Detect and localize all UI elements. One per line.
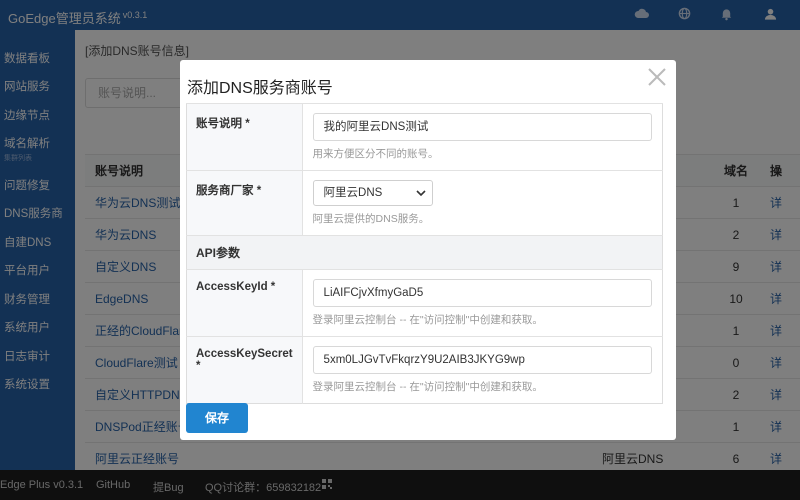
keyid-label: AccessKeyId * bbox=[186, 269, 303, 337]
form-row-secret: AccessKeySecret * 5xm0LJGvTvFkqrzY9U2AIB… bbox=[186, 336, 663, 404]
keyid-hint: 登录阿里云控制台 -- 在"访问控制"中创建和获取。 bbox=[312, 314, 543, 326]
vendor-label: 服务商厂家 * bbox=[186, 170, 303, 236]
form-row-vendor: 服务商厂家 * 阿里云DNS 阿里云提供的DNS服务。 bbox=[186, 170, 663, 236]
vendor-select[interactable]: 阿里云DNS bbox=[312, 180, 433, 206]
api-section-title: API参数 bbox=[186, 235, 663, 270]
secret-label: AccessKeySecret * bbox=[186, 336, 303, 404]
desc-hint: 用来方便区分不同的账号。 bbox=[312, 148, 439, 160]
form-row-desc: 账号说明 * 我的阿里云DNS测试 用来方便区分不同的账号。 bbox=[186, 103, 663, 171]
save-button[interactable]: 保存 bbox=[186, 403, 248, 433]
vendor-selected-value: 阿里云DNS bbox=[323, 187, 383, 199]
form-section-api: API参数 bbox=[186, 235, 663, 270]
secret-hint: 登录阿里云控制台 -- 在"访问控制"中创建和获取。 bbox=[312, 381, 543, 393]
close-icon[interactable] bbox=[646, 66, 668, 92]
dialog-title: 添加DNS服务商账号 bbox=[187, 80, 333, 97]
desc-input[interactable]: 我的阿里云DNS测试 bbox=[312, 113, 652, 141]
vendor-hint: 阿里云提供的DNS服务。 bbox=[312, 213, 430, 225]
vendor-field-cell: 阿里云DNS 阿里云提供的DNS服务。 bbox=[302, 170, 663, 236]
provider-form: 账号说明 * 我的阿里云DNS测试 用来方便区分不同的账号。 服务商厂家 * 阿… bbox=[186, 103, 663, 404]
access-key-secret-input[interactable]: 5xm0LJGvTvFkqrzY9U2AIB3JKYG9wp bbox=[312, 346, 652, 374]
access-key-id-input[interactable]: LiAIFCjvXfmyGaD5 bbox=[312, 279, 652, 307]
desc-field-cell: 我的阿里云DNS测试 用来方便区分不同的账号。 bbox=[302, 103, 663, 171]
secret-field-cell: 5xm0LJGvTvFkqrzY9U2AIB3JKYG9wp 登录阿里云控制台 … bbox=[302, 336, 663, 404]
chevron-down-icon bbox=[415, 181, 426, 215]
desc-label: 账号说明 * bbox=[186, 103, 303, 171]
add-dns-provider-dialog: 添加DNS服务商账号 账号说明 * 我的阿里云DNS测试 用来方便区分不同的账号… bbox=[180, 60, 676, 440]
keyid-field-cell: LiAIFCjvXfmyGaD5 登录阿里云控制台 -- 在"访问控制"中创建和… bbox=[302, 269, 663, 337]
form-row-keyid: AccessKeyId * LiAIFCjvXfmyGaD5 登录阿里云控制台 … bbox=[186, 269, 663, 337]
